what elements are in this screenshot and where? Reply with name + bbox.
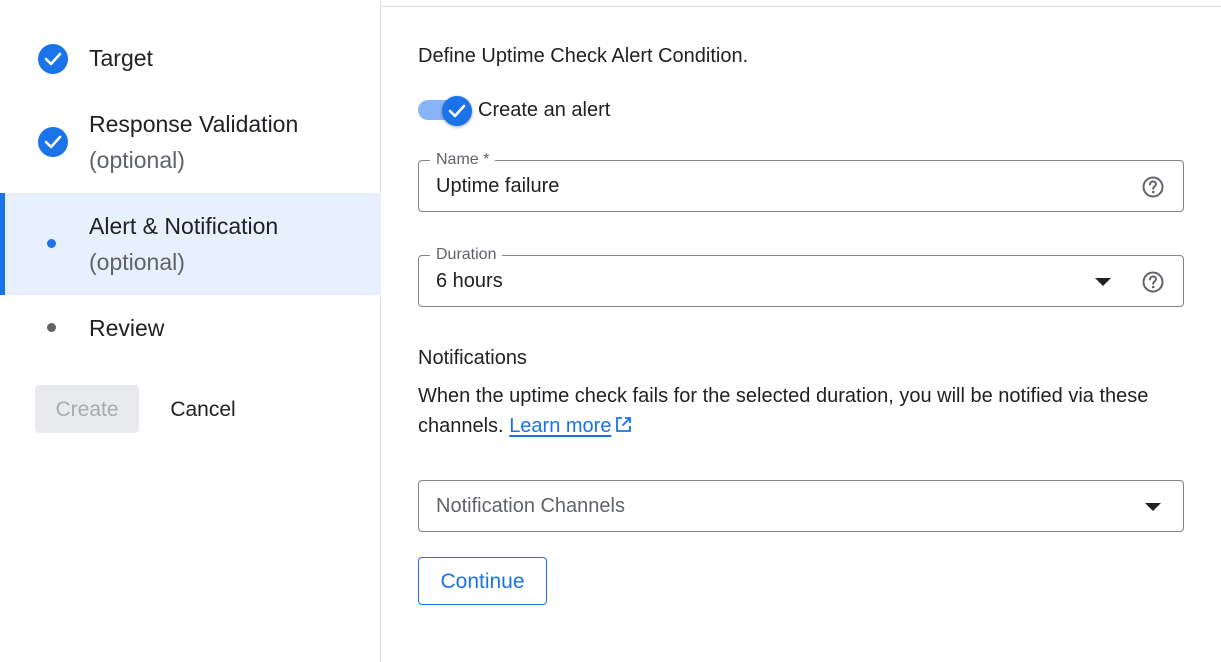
stepper-sidebar: Target Response Validation (optional) Al… (0, 0, 381, 662)
learn-more-link[interactable]: Learn more (509, 415, 611, 437)
toggle-knob (442, 96, 472, 126)
step-review[interactable]: Review (0, 310, 381, 346)
notification-channels-select[interactable]: Notification Channels (418, 480, 1184, 532)
cancel-button[interactable]: Cancel (155, 385, 251, 433)
step-complete-icon (38, 127, 68, 157)
step-complete-icon (38, 44, 68, 74)
continue-button[interactable]: Continue (418, 557, 547, 605)
duration-select[interactable]: Duration 6 hours (418, 245, 1184, 307)
toggle-label: Create an alert (478, 99, 611, 121)
step-response-validation[interactable]: Response Validation (optional) (0, 105, 381, 185)
step-subtitle: (optional) (89, 249, 185, 275)
learn-more-text: Learn more (509, 415, 612, 437)
check-icon (44, 135, 62, 149)
notifications-description: When the uptime check fails for the sele… (418, 381, 1198, 441)
step-title: Target (89, 45, 153, 71)
active-step-indicator (0, 193, 5, 295)
help-icon[interactable] (1142, 271, 1164, 293)
form-heading: Define Uptime Check Alert Condition. (418, 45, 749, 67)
step-title: Response Validation (89, 111, 299, 137)
name-field-label: Name * (430, 150, 496, 170)
step-title: Review (89, 315, 165, 341)
duration-field-value: 6 hours (436, 270, 503, 292)
top-divider (381, 6, 1221, 7)
name-field-value[interactable]: Uptime failure (436, 174, 559, 198)
duration-field-label: Duration (430, 245, 503, 265)
step-alert-notification[interactable]: Alert & Notification (optional) (0, 193, 381, 295)
dropdown-caret-icon[interactable] (1095, 278, 1111, 286)
external-link-icon (616, 417, 632, 432)
step-title: Alert & Notification (89, 213, 279, 239)
step-active-dot (47, 239, 56, 248)
check-icon (44, 52, 62, 66)
step-pending-dot (47, 323, 56, 332)
help-icon[interactable] (1142, 176, 1164, 198)
step-target[interactable]: Target (0, 40, 381, 80)
notification-channels-placeholder: Notification Channels (436, 495, 625, 517)
check-icon (448, 104, 466, 118)
step-subtitle: (optional) (89, 147, 185, 173)
create-alert-toggle[interactable] (418, 96, 476, 126)
name-field[interactable]: Name * Uptime failure (418, 150, 1184, 212)
create-button[interactable]: Create (35, 385, 139, 433)
dropdown-caret-icon[interactable] (1145, 503, 1161, 511)
notifications-title: Notifications (418, 347, 527, 369)
